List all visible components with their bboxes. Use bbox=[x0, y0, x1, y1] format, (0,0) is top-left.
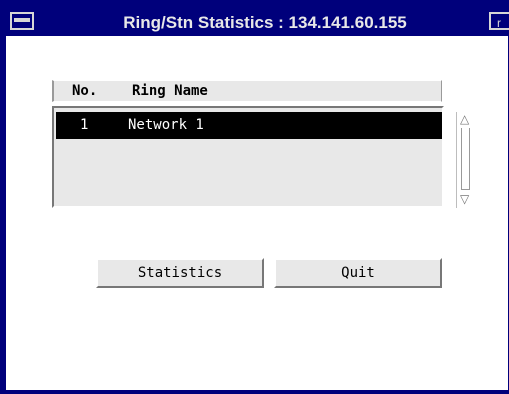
window-menu-icon[interactable] bbox=[10, 12, 34, 30]
title-bar[interactable]: Ring/Stn Statistics : 134.141.60.155 r bbox=[0, 0, 509, 36]
window-title: Ring/Stn Statistics : 134.141.60.155 bbox=[123, 13, 407, 32]
window-control-icon[interactable]: r bbox=[489, 12, 509, 30]
menu-bar-glyph bbox=[14, 18, 30, 22]
list-scrollbar[interactable]: △ ▽ bbox=[456, 112, 473, 208]
column-header-no: No. bbox=[72, 83, 98, 99]
row-ring-name: Network 1 bbox=[128, 117, 204, 133]
list-header: No. Ring Name bbox=[52, 80, 442, 102]
quit-button[interactable]: Quit bbox=[274, 258, 442, 288]
scroll-down-arrow-icon[interactable]: ▽ bbox=[460, 192, 470, 206]
column-header-ring-name: Ring Name bbox=[132, 83, 208, 99]
ring-stn-statistics-window: Ring/Stn Statistics : 134.141.60.155 r N… bbox=[0, 0, 509, 394]
list-row[interactable]: 1 Network 1 bbox=[56, 112, 442, 139]
statistics-button[interactable]: Statistics bbox=[96, 258, 264, 288]
scroll-thumb[interactable] bbox=[461, 128, 470, 190]
window-control-glyph: r bbox=[497, 16, 501, 30]
row-number: 1 bbox=[80, 117, 89, 133]
ring-list[interactable]: 1 Network 1 bbox=[52, 106, 444, 208]
scroll-up-arrow-icon[interactable]: △ bbox=[460, 112, 470, 126]
